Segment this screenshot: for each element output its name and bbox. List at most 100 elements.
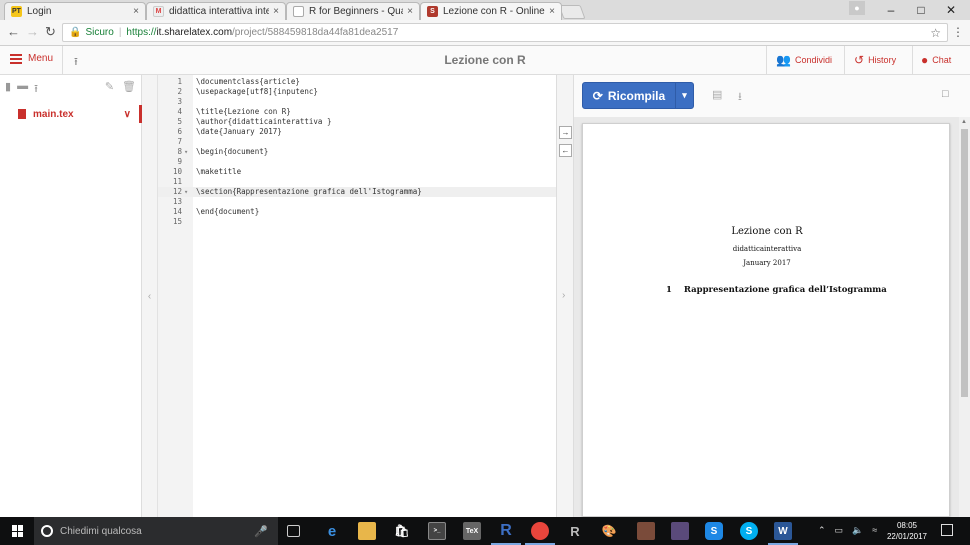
rename-pencil-icon[interactable]: ✎ bbox=[105, 80, 114, 93]
new-file-icon[interactable]: ▮ bbox=[5, 80, 11, 99]
browser-menu-icon[interactable]: ⋮ bbox=[952, 25, 964, 39]
media-app-icon[interactable] bbox=[637, 522, 655, 540]
menu-label: Menu bbox=[28, 53, 54, 64]
rstudio-icon[interactable]: R bbox=[566, 522, 584, 540]
log-file-icon[interactable]: ▤ bbox=[712, 88, 722, 101]
store-icon[interactable]: 🛍 bbox=[393, 522, 411, 540]
line-number: 12 bbox=[172, 187, 182, 196]
fold-arrow-icon[interactable]: ▾ bbox=[184, 187, 188, 197]
pdf-page[interactable]: Lezione con R didatticainterattiva Janua… bbox=[582, 123, 950, 517]
chevron-down-icon[interactable]: ∨ bbox=[124, 109, 131, 120]
terminal-icon[interactable]: >_ bbox=[428, 522, 446, 540]
code-line[interactable]: 14 \end{document} bbox=[158, 207, 556, 217]
code-line[interactable]: 7 bbox=[158, 137, 556, 147]
forward-icon[interactable]: → bbox=[26, 24, 39, 39]
chat-button[interactable]: ● Chat bbox=[921, 53, 951, 67]
close-tab-icon[interactable]: × bbox=[549, 6, 555, 17]
browser-tab-r-beginners[interactable]: R for Beginners - Quanta × bbox=[286, 2, 420, 20]
code-editor[interactable]: 1 \documentclass{article} 2 \usepackage[utf… bbox=[158, 75, 556, 517]
scroll-up-icon[interactable]: ▲ bbox=[961, 119, 967, 125]
tab-label: didattica interattiva inte bbox=[169, 6, 270, 17]
notifications-icon[interactable] bbox=[941, 524, 953, 536]
close-window-icon[interactable]: ✕ bbox=[936, 0, 966, 20]
volume-icon[interactable]: 🔈 bbox=[852, 525, 863, 536]
download-icon[interactable]: ⭳ bbox=[738, 88, 742, 107]
edge-icon[interactable]: e bbox=[323, 522, 341, 540]
collapse-pdf-handle[interactable]: › bbox=[562, 290, 565, 301]
file-explorer-icon[interactable] bbox=[358, 522, 376, 540]
expand-icon[interactable]: □ bbox=[942, 88, 949, 100]
delete-trash-icon[interactable]: 🗑 bbox=[122, 80, 136, 93]
browser-tab-login[interactable]: PT Login × bbox=[4, 2, 146, 20]
paint-icon[interactable]: 🎨 bbox=[600, 522, 618, 540]
recompile-main[interactable]: ⟳ Ricompila bbox=[583, 89, 675, 103]
recompile-button[interactable]: ⟳ Ricompila ▾ bbox=[582, 82, 694, 109]
sync-to-code-icon[interactable]: ← bbox=[559, 144, 572, 157]
url-separator: | bbox=[118, 27, 122, 38]
pt-favicon-icon: PT bbox=[11, 6, 22, 17]
microphone-icon[interactable]: 🎤 bbox=[254, 525, 268, 538]
code-line[interactable]: 12 ▾ \section{Rappresentazione grafica del… bbox=[158, 187, 556, 197]
battery-icon[interactable]: ▭ bbox=[835, 525, 844, 536]
skype-business-icon[interactable]: S bbox=[705, 522, 723, 540]
windows-start-icon[interactable] bbox=[12, 525, 24, 537]
code-line[interactable]: 3 bbox=[158, 97, 556, 107]
menu-button[interactable]: Menu bbox=[10, 53, 53, 64]
code-line[interactable]: 1 \documentclass{article} bbox=[158, 77, 556, 87]
code-line[interactable]: 9 bbox=[158, 157, 556, 167]
reload-icon[interactable]: ↻ bbox=[45, 24, 56, 40]
document-app-icon[interactable] bbox=[671, 522, 689, 540]
code-line[interactable]: 4 \title{Lezione con R} bbox=[158, 107, 556, 117]
sync-to-pdf-icon[interactable]: → bbox=[559, 126, 572, 139]
chrome-icon[interactable] bbox=[525, 522, 555, 545]
bookmark-star-icon[interactable]: ☆ bbox=[930, 26, 941, 40]
fold-arrow-icon[interactable]: ▾ bbox=[184, 147, 188, 157]
profile-icon[interactable]: ● bbox=[849, 1, 865, 15]
line-number: 9 bbox=[177, 157, 182, 166]
cortana-search-box[interactable]: Chiedimi qualcosa 🎤 bbox=[34, 517, 278, 545]
skype-icon[interactable]: S bbox=[740, 522, 758, 540]
close-tab-icon[interactable]: × bbox=[273, 6, 279, 17]
file-item-main-tex[interactable]: main.tex ∨ bbox=[0, 105, 142, 123]
cortana-icon bbox=[41, 525, 53, 537]
pdf-section-heading: 1 Rappresentazione grafica dell’Istogram… bbox=[666, 285, 887, 295]
code-line[interactable]: 11 bbox=[158, 177, 556, 187]
code-line[interactable]: 6 \date{January 2017} bbox=[158, 127, 556, 137]
upload-icon[interactable]: ⭱ bbox=[34, 80, 38, 99]
code-line[interactable]: 10 \maketitle bbox=[158, 167, 556, 177]
maximize-icon[interactable]: □ bbox=[906, 0, 936, 20]
code-line[interactable]: 2 \usepackage[utf8]{inputenc} bbox=[158, 87, 556, 97]
tex-editor-icon[interactable]: TeX bbox=[463, 522, 481, 540]
pdf-scrollbar[interactable]: ▲ bbox=[959, 117, 970, 517]
r-app-icon[interactable]: R bbox=[491, 522, 521, 545]
share-button[interactable]: 👥 Condividi bbox=[776, 53, 832, 67]
new-tab-button[interactable] bbox=[558, 5, 586, 19]
back-icon[interactable]: ← bbox=[7, 24, 20, 39]
pane-splitter[interactable]: → ← › bbox=[556, 75, 574, 517]
search-placeholder: Chiedimi qualcosa bbox=[60, 525, 142, 537]
new-folder-icon[interactable]: ▬ bbox=[17, 80, 28, 99]
code-line[interactable]: 8 ▾ \begin{document} bbox=[158, 147, 556, 157]
close-tab-icon[interactable]: × bbox=[407, 6, 413, 17]
tray-chevron-icon[interactable]: ⌃ bbox=[818, 525, 826, 536]
code-line[interactable]: 13 bbox=[158, 197, 556, 207]
browser-tab-sharelatex[interactable]: S Lezione con R - Online L × bbox=[420, 2, 562, 20]
close-tab-icon[interactable]: × bbox=[133, 6, 139, 17]
url-field[interactable]: 🔒 Sicuro | https:// it.sharelatex.com /p… bbox=[62, 23, 948, 42]
collapse-file-tree-handle[interactable]: ‹ bbox=[142, 75, 158, 517]
file-tree-toolbar: ▮ ▬ ⭱ bbox=[5, 80, 38, 99]
code-line[interactable]: 15 bbox=[158, 217, 556, 227]
word-icon[interactable]: W bbox=[768, 522, 798, 545]
code-line[interactable]: 5 \author{didatticainterattiva } bbox=[158, 117, 556, 127]
back-to-projects-icon[interactable]: ⭱ bbox=[74, 53, 78, 72]
history-button[interactable]: ↺ History bbox=[854, 53, 896, 67]
recompile-dropdown-icon[interactable]: ▾ bbox=[675, 83, 693, 108]
browser-tab-gmail[interactable]: M didattica interattiva inte × bbox=[146, 2, 286, 20]
scroll-thumb[interactable] bbox=[961, 129, 968, 397]
minimize-icon[interactable]: – bbox=[876, 0, 906, 20]
line-number: 8 bbox=[177, 147, 182, 156]
task-view-icon[interactable] bbox=[287, 525, 300, 537]
pdf-date: January 2017 bbox=[743, 259, 791, 267]
taskbar-clock[interactable]: 08:05 22/01/2017 bbox=[884, 520, 930, 542]
wifi-icon[interactable]: ≈ bbox=[872, 525, 877, 536]
